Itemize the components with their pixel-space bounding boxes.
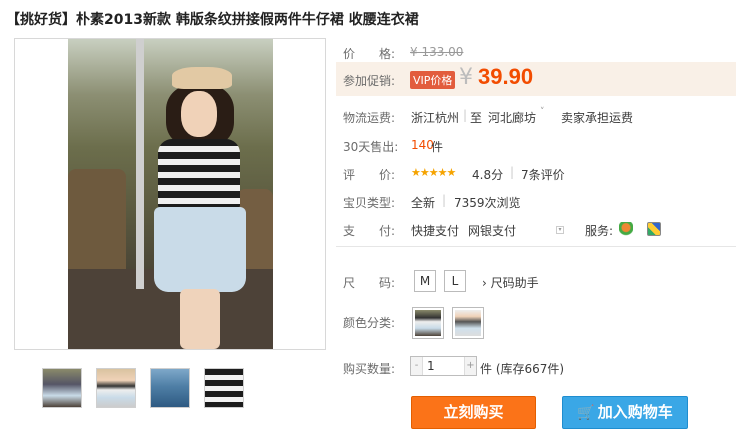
- review-count-link[interactable]: 7条评价: [521, 166, 565, 183]
- size-option-l[interactable]: L: [444, 270, 466, 292]
- main-product-image[interactable]: [14, 38, 326, 350]
- thumbnail-1[interactable]: [42, 368, 82, 408]
- type-label: 宝贝类型:: [343, 196, 396, 210]
- size-guide-link[interactable]: › 尺码助手: [482, 274, 539, 291]
- price-label: 价 格:: [343, 47, 396, 61]
- rating-stars-icon: ★★★★★: [411, 166, 456, 179]
- payment-method-1: 快捷支付: [411, 224, 460, 238]
- shipping-fee: 卖家承担运费: [561, 111, 634, 125]
- payment-expand-icon[interactable]: ▾: [556, 226, 564, 234]
- thumbnail-4[interactable]: [204, 368, 244, 408]
- shipping-to: 至: [470, 111, 483, 125]
- promo-row: [336, 62, 736, 96]
- buy-now-button[interactable]: 立刻购买: [411, 396, 536, 429]
- chevron-down-icon[interactable]: ˅: [540, 107, 545, 117]
- shipping-destination[interactable]: 河北廊坊: [488, 109, 536, 126]
- type-divider: |: [442, 193, 447, 207]
- seven-day-return-icon[interactable]: [619, 222, 633, 236]
- payment-method-2: 网银支付: [468, 224, 517, 238]
- color-option-2[interactable]: [452, 307, 484, 339]
- view-count: 7359次浏览: [454, 196, 521, 210]
- stock-info: 件 (库存667件): [480, 362, 565, 376]
- promo-label: 参加促销:: [343, 74, 396, 88]
- shipping-divider: |: [463, 108, 468, 122]
- currency-symbol: ¥: [459, 65, 473, 90]
- color-label: 颜色分类:: [343, 316, 396, 330]
- color-option-1[interactable]: [412, 307, 444, 339]
- quantity-decrease-button[interactable]: -: [411, 357, 423, 375]
- product-photo: [68, 39, 273, 349]
- product-title: 【挑好货】朴素2013新款 韩版条纹拼接假两件牛仔裙 收腰连衣裙: [6, 12, 419, 28]
- add-to-cart-button[interactable]: 🛒 加入购物车: [562, 396, 688, 429]
- quantity-increase-button[interactable]: +: [464, 357, 476, 375]
- shipping-label: 物流运费:: [343, 111, 396, 125]
- quantity-input[interactable]: 1: [427, 359, 435, 373]
- cart-icon: 🛒: [577, 405, 595, 421]
- add-to-cart-label: 加入购物车: [597, 403, 673, 421]
- rating-score: 4.8分: [472, 168, 504, 182]
- shipping-origin: 浙江杭州: [411, 111, 460, 125]
- thumbnail-2[interactable]: [96, 368, 136, 408]
- payment-label: 支 付:: [343, 224, 396, 238]
- promo-price: 39.90: [478, 64, 534, 89]
- size-option-m[interactable]: M: [414, 270, 436, 292]
- thumbnail-3[interactable]: [150, 368, 190, 408]
- service-label: 服务:: [585, 224, 614, 238]
- sales-unit: 件: [431, 140, 444, 154]
- rating-label: 评 价:: [343, 168, 396, 182]
- rating-divider: |: [510, 165, 515, 179]
- original-price: ¥ 133.00: [410, 45, 464, 59]
- divider: [336, 246, 736, 247]
- item-condition: 全新: [411, 196, 436, 210]
- service-badge-icon[interactable]: [647, 222, 661, 236]
- quantity-label: 购买数量:: [343, 362, 396, 376]
- size-label: 尺 码:: [343, 276, 396, 290]
- quantity-stepper: - 1 +: [410, 356, 477, 376]
- sales-label: 30天售出:: [343, 140, 399, 154]
- vip-badge: VIP价格: [410, 71, 456, 89]
